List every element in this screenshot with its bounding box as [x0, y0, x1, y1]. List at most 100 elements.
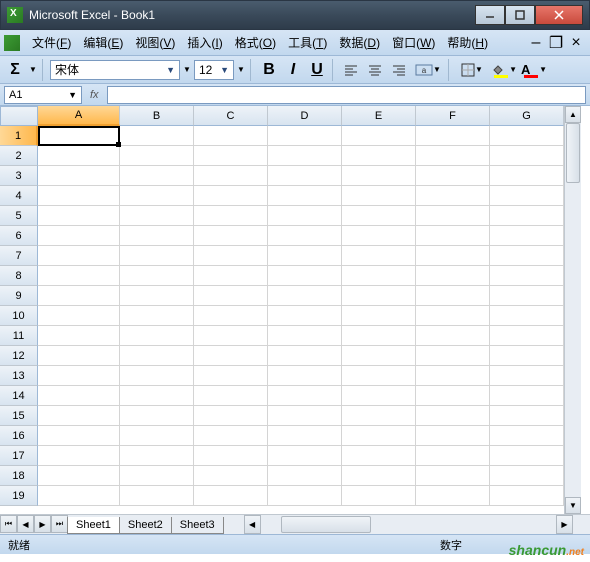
sheet-tab-sheet1[interactable]: Sheet1 — [67, 517, 120, 534]
cell-E5[interactable] — [342, 206, 416, 226]
align-right-button[interactable] — [388, 59, 410, 81]
cell-D10[interactable] — [268, 306, 342, 326]
column-header-D[interactable]: D — [268, 106, 342, 126]
cell-C15[interactable] — [194, 406, 268, 426]
cell-D9[interactable] — [268, 286, 342, 306]
row-header-12[interactable]: 12 — [0, 346, 38, 366]
cell-D7[interactable] — [268, 246, 342, 266]
cell-E1[interactable] — [342, 126, 416, 146]
menu-e[interactable]: 编辑(E) — [77, 31, 129, 54]
cell-F14[interactable] — [416, 386, 490, 406]
horizontal-scrollbar[interactable]: ◀ ▶ — [244, 515, 573, 534]
fontsize-dropdown[interactable]: 12 ▼ — [194, 60, 234, 80]
cell-B14[interactable] — [120, 386, 194, 406]
minimize-button[interactable] — [475, 5, 505, 25]
cell-E9[interactable] — [342, 286, 416, 306]
row-header-5[interactable]: 5 — [0, 206, 38, 226]
row-header-9[interactable]: 9 — [0, 286, 38, 306]
cell-D15[interactable] — [268, 406, 342, 426]
cell-E7[interactable] — [342, 246, 416, 266]
cell-C7[interactable] — [194, 246, 268, 266]
cell-G11[interactable] — [490, 326, 564, 346]
bold-button[interactable]: B — [258, 59, 280, 81]
cell-A5[interactable] — [38, 206, 120, 226]
cell-B1[interactable] — [120, 126, 194, 146]
cell-C12[interactable] — [194, 346, 268, 366]
cell-G12[interactable] — [490, 346, 564, 366]
scroll-thumb[interactable] — [281, 516, 371, 533]
menu-t[interactable]: 工具(T) — [282, 31, 333, 54]
menu-f[interactable]: 文件(F) — [26, 31, 77, 54]
cell-C5[interactable] — [194, 206, 268, 226]
cell-F15[interactable] — [416, 406, 490, 426]
row-header-19[interactable]: 19 — [0, 486, 38, 506]
cell-G18[interactable] — [490, 466, 564, 486]
name-box[interactable]: A1 ▼ — [4, 86, 82, 104]
row-header-16[interactable]: 16 — [0, 426, 38, 446]
cell-E2[interactable] — [342, 146, 416, 166]
cell-F8[interactable] — [416, 266, 490, 286]
cell-A7[interactable] — [38, 246, 120, 266]
cell-E6[interactable] — [342, 226, 416, 246]
cell-E11[interactable] — [342, 326, 416, 346]
cell-E13[interactable] — [342, 366, 416, 386]
cell-C1[interactable] — [194, 126, 268, 146]
app-icon[interactable] — [4, 35, 20, 51]
menu-i[interactable]: 插入(I) — [181, 31, 228, 54]
mdi-minimize-button[interactable]: – — [527, 36, 545, 50]
cell-B10[interactable] — [120, 306, 194, 326]
cell-D17[interactable] — [268, 446, 342, 466]
font-dropdown[interactable]: 宋体 ▼ — [50, 60, 180, 80]
tab-last-button[interactable]: ⏭ — [51, 515, 68, 533]
cell-A6[interactable] — [38, 226, 120, 246]
cell-E15[interactable] — [342, 406, 416, 426]
cell-F5[interactable] — [416, 206, 490, 226]
cell-A19[interactable] — [38, 486, 120, 506]
cell-E10[interactable] — [342, 306, 416, 326]
mdi-close-button[interactable]: × — [567, 36, 585, 50]
cell-B8[interactable] — [120, 266, 194, 286]
row-header-13[interactable]: 13 — [0, 366, 38, 386]
cell-F1[interactable] — [416, 126, 490, 146]
sheet-tab-sheet3[interactable]: Sheet3 — [171, 517, 224, 534]
cell-F2[interactable] — [416, 146, 490, 166]
cell-F10[interactable] — [416, 306, 490, 326]
cell-D5[interactable] — [268, 206, 342, 226]
row-header-4[interactable]: 4 — [0, 186, 38, 206]
scroll-up-button[interactable]: ▲ — [565, 106, 581, 123]
cell-A12[interactable] — [38, 346, 120, 366]
cell-B19[interactable] — [120, 486, 194, 506]
cell-C8[interactable] — [194, 266, 268, 286]
select-all-corner[interactable] — [0, 106, 38, 126]
cell-B6[interactable] — [120, 226, 194, 246]
cell-C19[interactable] — [194, 486, 268, 506]
column-header-F[interactable]: F — [416, 106, 490, 126]
cell-D4[interactable] — [268, 186, 342, 206]
row-header-15[interactable]: 15 — [0, 406, 38, 426]
scroll-left-button[interactable]: ◀ — [244, 515, 261, 534]
cell-E12[interactable] — [342, 346, 416, 366]
row-header-17[interactable]: 17 — [0, 446, 38, 466]
cell-F18[interactable] — [416, 466, 490, 486]
tab-prev-button[interactable]: ◀ — [17, 515, 34, 533]
borders-button[interactable]: ▼ — [456, 59, 488, 81]
scroll-down-button[interactable]: ▼ — [565, 497, 581, 514]
cell-C13[interactable] — [194, 366, 268, 386]
cell-F6[interactable] — [416, 226, 490, 246]
cell-E14[interactable] — [342, 386, 416, 406]
cell-G15[interactable] — [490, 406, 564, 426]
cell-E17[interactable] — [342, 446, 416, 466]
cell-D19[interactable] — [268, 486, 342, 506]
fill-color-button[interactable]: ▼ — [490, 59, 518, 81]
italic-button[interactable]: I — [282, 59, 304, 81]
cell-C14[interactable] — [194, 386, 268, 406]
column-header-B[interactable]: B — [120, 106, 194, 126]
cell-G17[interactable] — [490, 446, 564, 466]
cell-G9[interactable] — [490, 286, 564, 306]
cell-C17[interactable] — [194, 446, 268, 466]
row-header-2[interactable]: 2 — [0, 146, 38, 166]
cell-F4[interactable] — [416, 186, 490, 206]
sigma-button[interactable]: Σ — [4, 59, 26, 81]
cell-B2[interactable] — [120, 146, 194, 166]
cell-G16[interactable] — [490, 426, 564, 446]
